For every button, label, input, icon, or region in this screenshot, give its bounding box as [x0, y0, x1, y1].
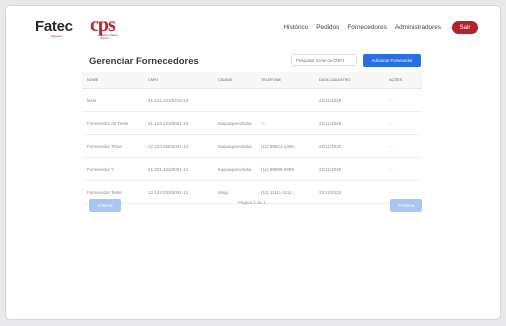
add-supplier-button[interactable]: Adicionar Fornecedor: [363, 54, 421, 67]
suppliers-table: Nome CNPJ Cidade Telefone Data Cadastro …: [82, 72, 422, 204]
app-window: Fatec Itaquera cps Centro Paula Souza Hi…: [5, 5, 501, 320]
cps-logo: cps Centro Paula Souza: [90, 14, 130, 41]
cell-cidade: Mogi: [218, 189, 228, 195]
cell-data-cadastro: 22/11/2025: [319, 120, 342, 126]
column-header-cnpj: CNPJ: [148, 78, 158, 82]
row-actions-menu[interactable]: ···: [381, 167, 421, 172]
cell-nome: Fornecedor Y: [87, 166, 115, 172]
table-row: Fornecedor Y 21.321.423/0001-12 Itaquaqu…: [82, 158, 422, 181]
cell-data-cadastro: 22/11/2025: [319, 143, 342, 149]
cell-nome: leslo: [87, 97, 97, 103]
cell-cnpj: 21.321.423/0001-12: [148, 166, 189, 172]
cell-data-cadastro: 22/11/2025: [319, 189, 342, 195]
nav-historico[interactable]: Histórico: [283, 24, 308, 31]
nav-pedidos[interactable]: Pedidos: [316, 24, 339, 31]
page-indicator: Página 1 de 1: [238, 200, 266, 205]
cell-data-cadastro: 22/11/2025: [319, 97, 342, 103]
logout-button[interactable]: Sair: [452, 21, 478, 34]
row-actions-menu[interactable]: ···: [381, 190, 421, 195]
page-title: Gerenciar Fornecedores: [89, 56, 199, 67]
main-nav: Histórico Pedidos Fornecedores Administr…: [283, 21, 478, 34]
column-header-nome: Nome: [87, 78, 99, 82]
cell-cidade: Itaquaquecetuba: [218, 143, 252, 149]
fatec-logo: Fatec Itaquera: [35, 19, 75, 43]
row-actions-menu[interactable]: ···: [381, 98, 421, 103]
cell-cnpj: 41.241.241/0419-24: [148, 97, 189, 103]
cps-logo-text: cps: [90, 14, 116, 36]
cps-logo-subtext: Centro Paula Souza: [100, 33, 118, 40]
nav-administradores[interactable]: Administradores: [395, 24, 441, 31]
row-actions-menu[interactable]: ···: [381, 144, 421, 149]
column-header-cidade: Cidade: [218, 78, 233, 82]
fatec-logo-text: Fatec: [35, 18, 73, 35]
previous-page-button[interactable]: Anterior: [89, 199, 121, 212]
cell-data-cadastro: 22/11/2025: [319, 166, 342, 172]
cell-telefone: (11) 99821-1456: [261, 143, 294, 149]
table-row: Fornecedor Teste 12.123.456/0001-12 Itaq…: [82, 135, 422, 158]
table-row: leslo 41.241.241/0419-24 22/11/2025 ···: [82, 89, 422, 112]
table-row: Fornecedor de Teste 21.123.123/0001-23 I…: [82, 112, 422, 135]
cell-cnpj: 21.123.123/0001-23: [148, 120, 189, 126]
cell-nome: Fornecedor Teste: [87, 143, 122, 149]
nav-fornecedores[interactable]: Fornecedores: [347, 24, 386, 31]
cell-telefone: (11) 11111-1111: [261, 189, 292, 195]
search-input[interactable]: [291, 54, 357, 66]
header: Fatec Itaquera cps Centro Paula Souza Hi…: [6, 6, 500, 46]
column-header-telefone: Telefone: [261, 78, 282, 82]
column-header-data-cadastro: Data Cadastro: [319, 78, 351, 82]
cell-cidade: Itaquaquecetuba: [218, 120, 252, 126]
next-page-button[interactable]: Próxima: [390, 199, 422, 212]
cell-cnpj: 12.123.456/0001-12: [148, 143, 189, 149]
cell-telefone: —: [261, 120, 266, 126]
column-header-acoes: Ações: [389, 78, 403, 82]
cell-cidade: Itaquaquecetuba: [218, 166, 252, 172]
table-header: Nome CNPJ Cidade Telefone Data Cadastro …: [82, 72, 422, 89]
cell-cnpj: 12.123.033/0001-12: [148, 189, 189, 195]
row-actions-menu[interactable]: ···: [381, 121, 421, 126]
cell-nome: Fornecedor de Teste: [87, 120, 129, 126]
cell-nome: Fornecedor Teste: [87, 189, 122, 195]
cell-telefone: (11) 99999-9999: [261, 166, 294, 172]
